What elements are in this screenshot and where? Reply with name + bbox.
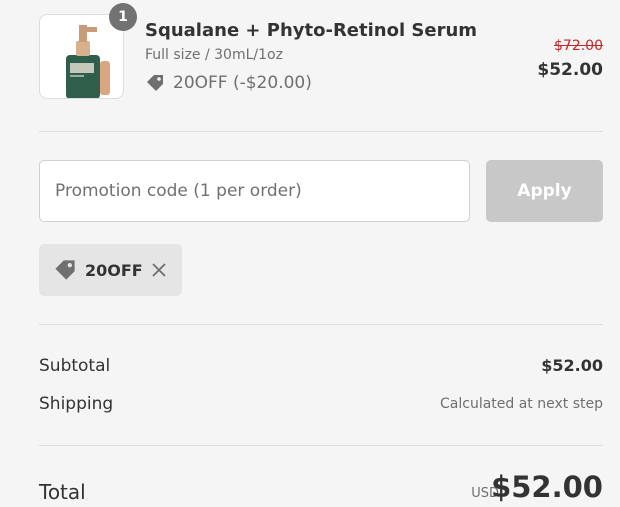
total-value: $52.00: [491, 470, 603, 504]
product-variant: Full size / 30mL/1oz: [145, 47, 283, 63]
product-name: Squalane + Phyto-Retinol Serum: [145, 20, 478, 41]
shipping-label: Shipping: [39, 394, 114, 414]
shipping-row: Shipping Calculated at next step: [39, 394, 603, 418]
total-row: Total USD $52.00: [39, 470, 603, 507]
quantity-badge: 1: [109, 3, 137, 31]
tag-icon: [147, 75, 163, 91]
sale-price: $52.00: [537, 60, 603, 80]
shipping-value: Calculated at next step: [440, 396, 603, 412]
applied-discount-chip: 20OFF: [39, 244, 182, 296]
promotion-code-input[interactable]: [39, 160, 470, 222]
divider: [39, 324, 603, 325]
divider: [39, 131, 603, 132]
applied-code-label: 20OFF: [85, 260, 143, 280]
serum-bottle-image: [66, 25, 110, 98]
total-label: Total: [39, 480, 86, 504]
subtotal-row: Subtotal $52.00: [39, 356, 603, 380]
original-price: $72.00: [554, 38, 603, 54]
apply-button[interactable]: Apply: [486, 160, 603, 222]
cart-line-item: 1 Squalane + Phyto-Retinol Serum Full si…: [39, 3, 603, 102]
divider: [39, 445, 603, 446]
close-icon[interactable]: [150, 261, 168, 279]
product-thumbnail: [39, 14, 124, 99]
tag-icon: [55, 260, 75, 280]
product-discount: 20OFF (-$20.00): [145, 73, 312, 93]
product-discount-label: 20OFF (-$20.00): [173, 73, 312, 93]
subtotal-value: $52.00: [541, 356, 603, 375]
subtotal-label: Subtotal: [39, 356, 111, 376]
